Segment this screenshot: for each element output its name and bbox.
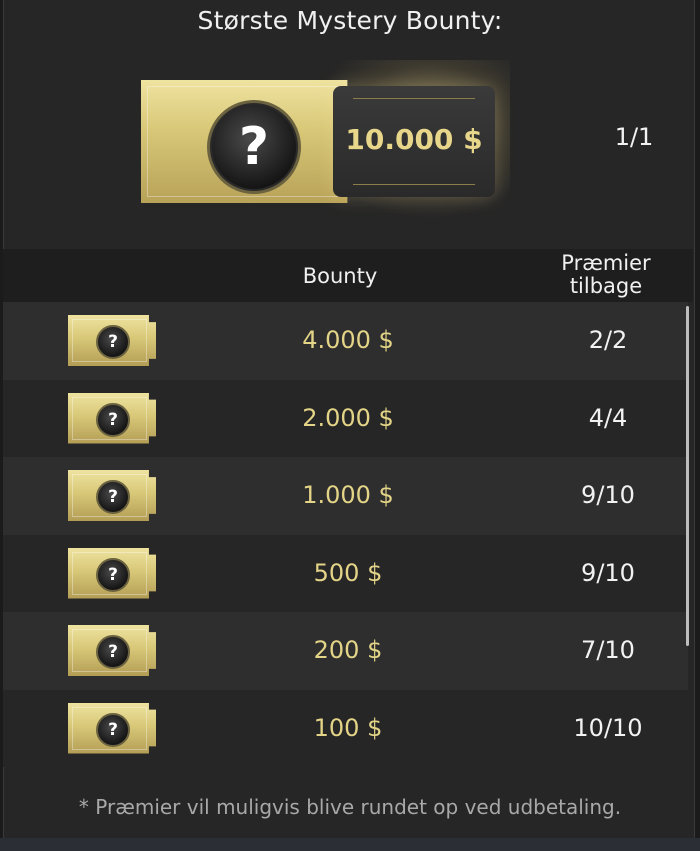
question-mark-icon: ? — [96, 712, 130, 747]
top-prize-remaining: 1/1 — [614, 123, 654, 151]
prizes-remaining: 4/4 — [588, 403, 628, 432]
question-mark-icon: ? — [96, 557, 130, 592]
prizes-remaining: 9/10 — [581, 558, 635, 587]
table-row: ? 4.000 $ 2/2 — [3, 302, 688, 380]
question-mark-icon: ? — [96, 325, 130, 359]
footnote: * Præmier vil muligvis blive rundet op v… — [78, 795, 622, 819]
bounty-amount: 200 $ — [313, 636, 383, 664]
bounty-ticket: ? — [68, 547, 156, 599]
table-row: ? 500 $ 9/10 — [3, 534, 688, 612]
bounty-ticket: ? — [68, 702, 156, 754]
question-mark-icon: ? — [96, 402, 130, 437]
background-strip — [0, 838, 700, 851]
prizes-remaining: 2/2 — [588, 326, 628, 354]
table-row: ? 200 $ 7/10 — [3, 612, 688, 690]
page-title: Største Mystery Bounty: — [197, 6, 503, 35]
column-header-bounty: Bounty — [302, 264, 378, 288]
bounty-amount: 100 $ — [313, 713, 383, 742]
bounty-amount: 4.000 $ — [302, 326, 394, 354]
prizes-remaining: 7/10 — [581, 636, 635, 664]
bounty-amount: 1.000 $ — [302, 481, 394, 509]
bounty-amount: 2.000 $ — [302, 403, 394, 432]
bounty-amount: 500 $ — [313, 558, 383, 587]
question-mark-icon: ? — [96, 480, 130, 514]
bounty-ticket: ? — [68, 392, 156, 444]
column-header-prizes-left: Præmier tilbage — [548, 252, 664, 298]
top-prize-amount: 10.000 $ — [345, 123, 483, 156]
prizes-remaining: 10/10 — [573, 713, 643, 742]
scrollbar[interactable] — [686, 306, 689, 646]
question-mark-icon: ? — [207, 100, 301, 194]
prizes-remaining: 9/10 — [581, 481, 635, 509]
bounty-ticket: ? — [68, 315, 156, 366]
bounty-ticket: ? — [68, 470, 156, 521]
question-mark-icon: ? — [96, 635, 130, 669]
column-header-prizes-left-label: Præmier tilbage — [561, 251, 651, 298]
table-row: ? 2.000 $ 4/4 — [3, 379, 688, 457]
table-row: ? 100 $ 10/10 — [3, 689, 688, 767]
bounty-list[interactable]: ? 4.000 $ 2/2 ? 2.000 $ 4/4 ? 1.000 $ 9/… — [3, 302, 688, 767]
bounty-ticket: ? — [68, 625, 156, 676]
table-row: ? 1.000 $ 9/10 — [3, 457, 688, 535]
